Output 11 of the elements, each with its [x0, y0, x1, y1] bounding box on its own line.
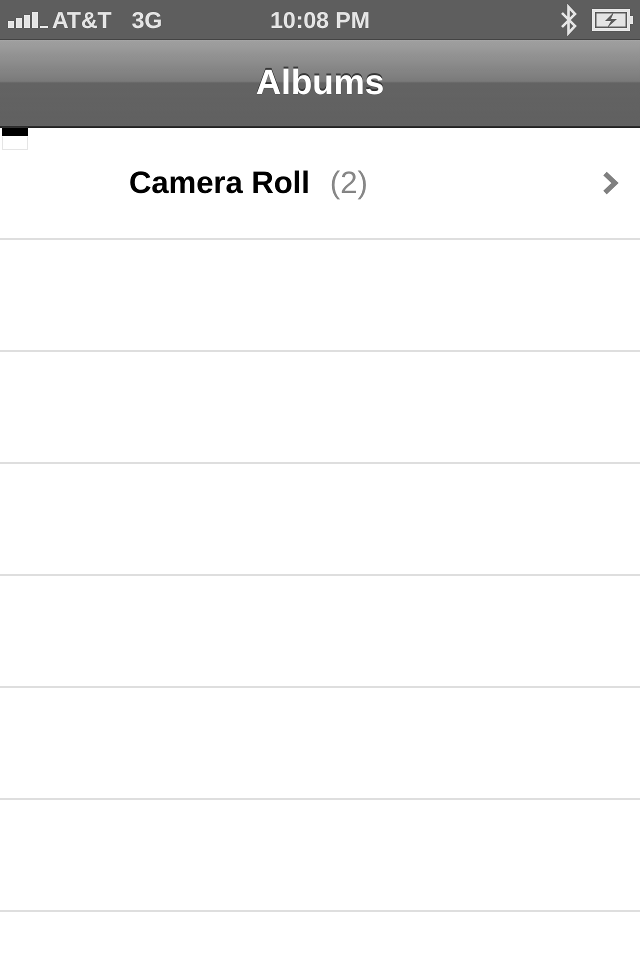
status-time: 10:08 PM	[270, 6, 370, 32]
bluetooth-icon	[560, 4, 578, 36]
album-row[interactable]: Camera Roll (2)	[0, 128, 640, 240]
chevron-right-icon	[602, 171, 620, 195]
carrier-name: AT&T	[52, 6, 112, 32]
album-count: (2)	[330, 165, 368, 201]
nav-title: Albums	[256, 63, 384, 103]
battery-charging-icon	[592, 8, 634, 30]
signal-bars-icon	[8, 12, 50, 28]
album-name: Camera Roll	[129, 165, 310, 201]
network-type: 3G	[132, 6, 162, 32]
